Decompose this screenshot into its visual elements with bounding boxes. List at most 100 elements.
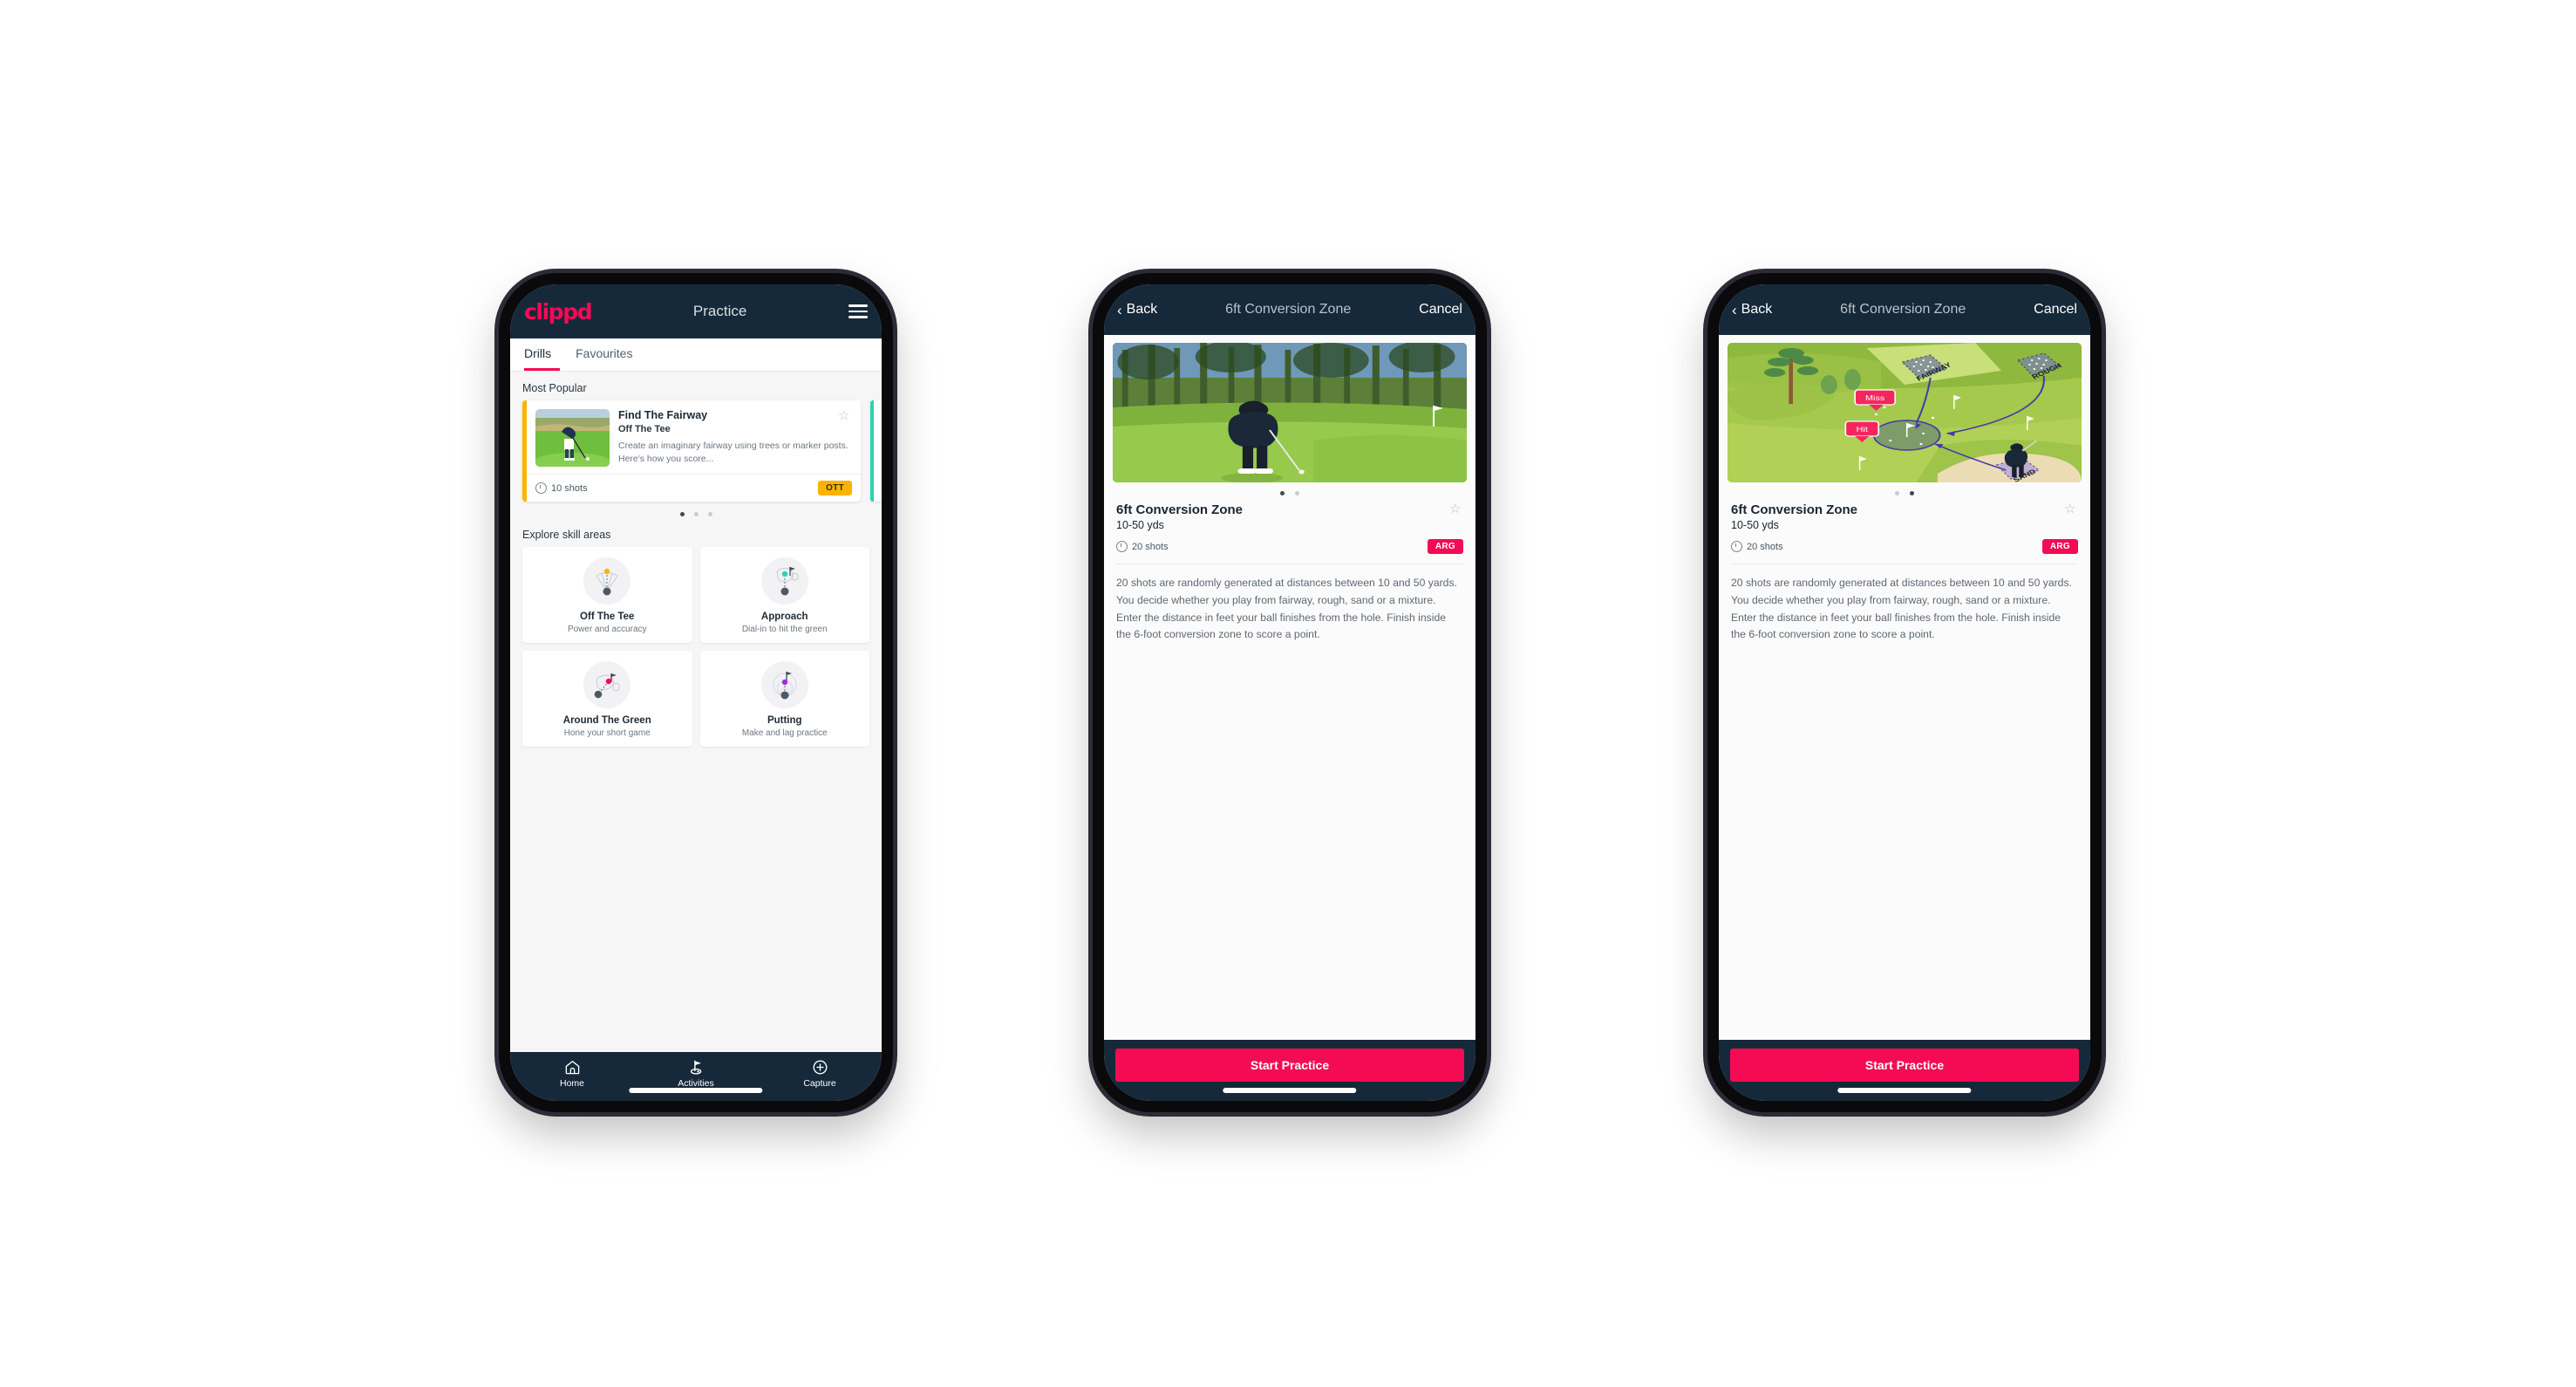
star-outline-icon[interactable]: ☆ bbox=[838, 409, 852, 423]
carousel-dots[interactable] bbox=[510, 512, 882, 517]
golfer-teeing-off-photo bbox=[535, 409, 610, 467]
drill-card-footer: 10 shots OTT bbox=[527, 474, 861, 502]
home-indicator bbox=[1837, 1088, 1972, 1093]
drill-category: Off The Tee bbox=[618, 423, 671, 434]
carousel-dot-1[interactable] bbox=[679, 512, 685, 517]
phone2-screen: ‹ Back 6ft Conversion Zone Cancel 6ft Co… bbox=[1104, 284, 1475, 1101]
skill-card-putting[interactable]: Putting Make and lag practice bbox=[699, 651, 869, 748]
drill-detail-shots-label: 20 shots bbox=[1132, 541, 1169, 552]
drill-thumbnail bbox=[535, 409, 610, 467]
skill-card-approach[interactable]: Approach Dial-in to hit the green bbox=[699, 547, 869, 644]
drill-detail-badge: ARG bbox=[2041, 539, 2078, 554]
drill-carousel[interactable]: Find The Fairway Off The Tee ☆ Create an… bbox=[510, 400, 882, 502]
tab-favourites[interactable]: Favourites bbox=[576, 338, 641, 371]
drill-title: Find The Fairway bbox=[618, 409, 708, 421]
bottom-nav-capture[interactable]: Capture bbox=[758, 1059, 882, 1089]
star-outline-icon[interactable]: ☆ bbox=[2064, 502, 2078, 516]
start-practice-button[interactable]: Start Practice bbox=[1115, 1049, 1464, 1082]
golfer-chipping-photo bbox=[1113, 343, 1467, 482]
drill-detail-shots: 20 shots bbox=[1731, 541, 1783, 552]
phone-notch bbox=[1223, 273, 1357, 283]
skill-card-off-the-tee[interactable]: Off The Tee Power and accuracy bbox=[522, 547, 692, 644]
golf-photo-render bbox=[1113, 343, 1467, 482]
drill-shots: 10 shots bbox=[535, 482, 588, 495]
app-bar: clippd Practice bbox=[510, 284, 882, 338]
approach-icon bbox=[760, 557, 808, 605]
carousel-dot-2[interactable] bbox=[693, 512, 699, 517]
drill-detail-shots-label: 20 shots bbox=[1747, 541, 1783, 552]
bottom-nav-home[interactable]: Home bbox=[510, 1059, 634, 1089]
drill-detail-body: 6ft Conversion Zone 10-50 yds ☆ 20 shots… bbox=[1104, 335, 1475, 1040]
drill-card-top: Find The Fairway Off The Tee ☆ Create an… bbox=[527, 400, 861, 474]
drill-shots-label: 10 shots bbox=[551, 482, 588, 494]
clock-icon bbox=[535, 482, 547, 495]
bottom-nav-label: Home bbox=[559, 1078, 584, 1089]
clippd-logo[interactable]: clippd bbox=[524, 301, 593, 323]
drill-detail-header: 6ft Conversion Zone 10-50 yds ☆ 20 shots… bbox=[1719, 495, 2090, 554]
hamburger-menu-icon[interactable] bbox=[848, 304, 868, 318]
drill-detail-distance: 10-50 yds bbox=[1116, 519, 1164, 531]
phone-mockup-drill-detail-photo: ‹ Back 6ft Conversion Zone Cancel 6ft Co… bbox=[1093, 273, 1487, 1112]
drill-info: Find The Fairway Off The Tee ☆ Create an… bbox=[618, 409, 852, 467]
skill-title: Around The Green bbox=[562, 715, 651, 727]
tab-drills[interactable]: Drills bbox=[524, 338, 561, 371]
drill-detail-description: 20 shots are randomly generated at dista… bbox=[1116, 577, 1457, 641]
off-the-tee-icon bbox=[583, 557, 631, 605]
skill-desc: Make and lag practice bbox=[741, 728, 828, 739]
drill-detail-badge: ARG bbox=[1427, 539, 1463, 554]
skill-title: Off The Tee bbox=[580, 612, 635, 623]
skill-title: Putting bbox=[767, 715, 802, 727]
screenshot-canvas: clippd Practice Drills Favourites Most P… bbox=[0, 0, 2576, 1387]
hit-label: Hit bbox=[1857, 426, 1869, 434]
section-explore-title: Explore skill areas bbox=[522, 529, 611, 542]
phone-mockup-drill-detail-illustration: ‹ Back 6ft Conversion Zone Cancel FAIRWA… bbox=[1707, 273, 2102, 1112]
drill-card-peek[interactable] bbox=[870, 400, 882, 502]
drill-badge: OTT bbox=[818, 481, 852, 496]
skill-title: Approach bbox=[760, 612, 808, 623]
section-most-popular-title: Most Popular bbox=[522, 382, 587, 394]
around-the-green-icon bbox=[583, 661, 631, 709]
back-button[interactable]: ‹ Back bbox=[1117, 302, 1157, 318]
hero-media[interactable] bbox=[1113, 343, 1467, 482]
hero-media[interactable]: FAIRWAY ROUGH SAND Miss Hit bbox=[1728, 343, 2082, 482]
start-practice-button[interactable]: Start Practice bbox=[1730, 1049, 2079, 1082]
nav-bar: ‹ Back 6ft Conversion Zone Cancel bbox=[1104, 284, 1475, 335]
drill-card[interactable]: Find The Fairway Off The Tee ☆ Create an… bbox=[522, 400, 861, 502]
star-outline-icon[interactable]: ☆ bbox=[1449, 502, 1463, 516]
carousel-dot-3[interactable] bbox=[707, 512, 712, 517]
cancel-button[interactable]: Cancel bbox=[1419, 302, 1462, 318]
drill-detail-header: 6ft Conversion Zone 10-50 yds ☆ 20 shots… bbox=[1104, 495, 1475, 554]
nav-bar: ‹ Back 6ft Conversion Zone Cancel bbox=[1719, 284, 2090, 335]
phone1-screen: clippd Practice Drills Favourites Most P… bbox=[510, 284, 882, 1101]
home-icon bbox=[510, 1059, 634, 1076]
chevron-left-icon: ‹ bbox=[1732, 301, 1737, 318]
miss-label: Miss bbox=[1865, 394, 1884, 402]
home-indicator bbox=[629, 1088, 763, 1093]
drill-detail-body: FAIRWAY ROUGH SAND Miss Hit 6ft Conversi… bbox=[1719, 335, 2090, 1040]
drill-detail-description: 20 shots are randomly generated at dista… bbox=[1731, 577, 2072, 641]
golf-flag-icon bbox=[634, 1059, 758, 1076]
skill-desc: Hone your short game bbox=[563, 728, 651, 739]
bottom-tab-bar: Home Activities Capture bbox=[510, 1052, 882, 1101]
clock-icon bbox=[1116, 541, 1128, 552]
back-button[interactable]: ‹ Back bbox=[1732, 302, 1772, 318]
bottom-nav-label: Capture bbox=[803, 1078, 836, 1089]
back-label: Back bbox=[1126, 302, 1158, 317]
drill-detail-title: 6ft Conversion Zone bbox=[1116, 502, 1244, 517]
home-indicator bbox=[1223, 1088, 1357, 1093]
skill-desc: Dial-in to hit the green bbox=[741, 625, 828, 635]
putting-icon bbox=[760, 661, 808, 709]
chevron-left-icon: ‹ bbox=[1117, 301, 1122, 318]
drill-detail-title: 6ft Conversion Zone bbox=[1731, 502, 1858, 517]
drill-detail-distance: 10-50 yds bbox=[1731, 519, 1779, 531]
bottom-nav-activities[interactable]: Activities bbox=[634, 1059, 758, 1089]
nav-title: 6ft Conversion Zone bbox=[1225, 302, 1352, 317]
phone-notch bbox=[1837, 273, 1972, 283]
cancel-button[interactable]: Cancel bbox=[2034, 302, 2077, 318]
tab-bar: Drills Favourites bbox=[510, 338, 882, 372]
phone-mockup-practice-list: clippd Practice Drills Favourites Most P… bbox=[499, 273, 893, 1112]
phone3-screen: ‹ Back 6ft Conversion Zone Cancel FAIRWA… bbox=[1719, 284, 2090, 1101]
phone-notch bbox=[629, 273, 763, 283]
skill-card-around-the-green[interactable]: Around The Green Hone your short game bbox=[522, 651, 692, 748]
skill-area-grid: Off The Tee Power and accuracy Approach … bbox=[510, 547, 882, 748]
